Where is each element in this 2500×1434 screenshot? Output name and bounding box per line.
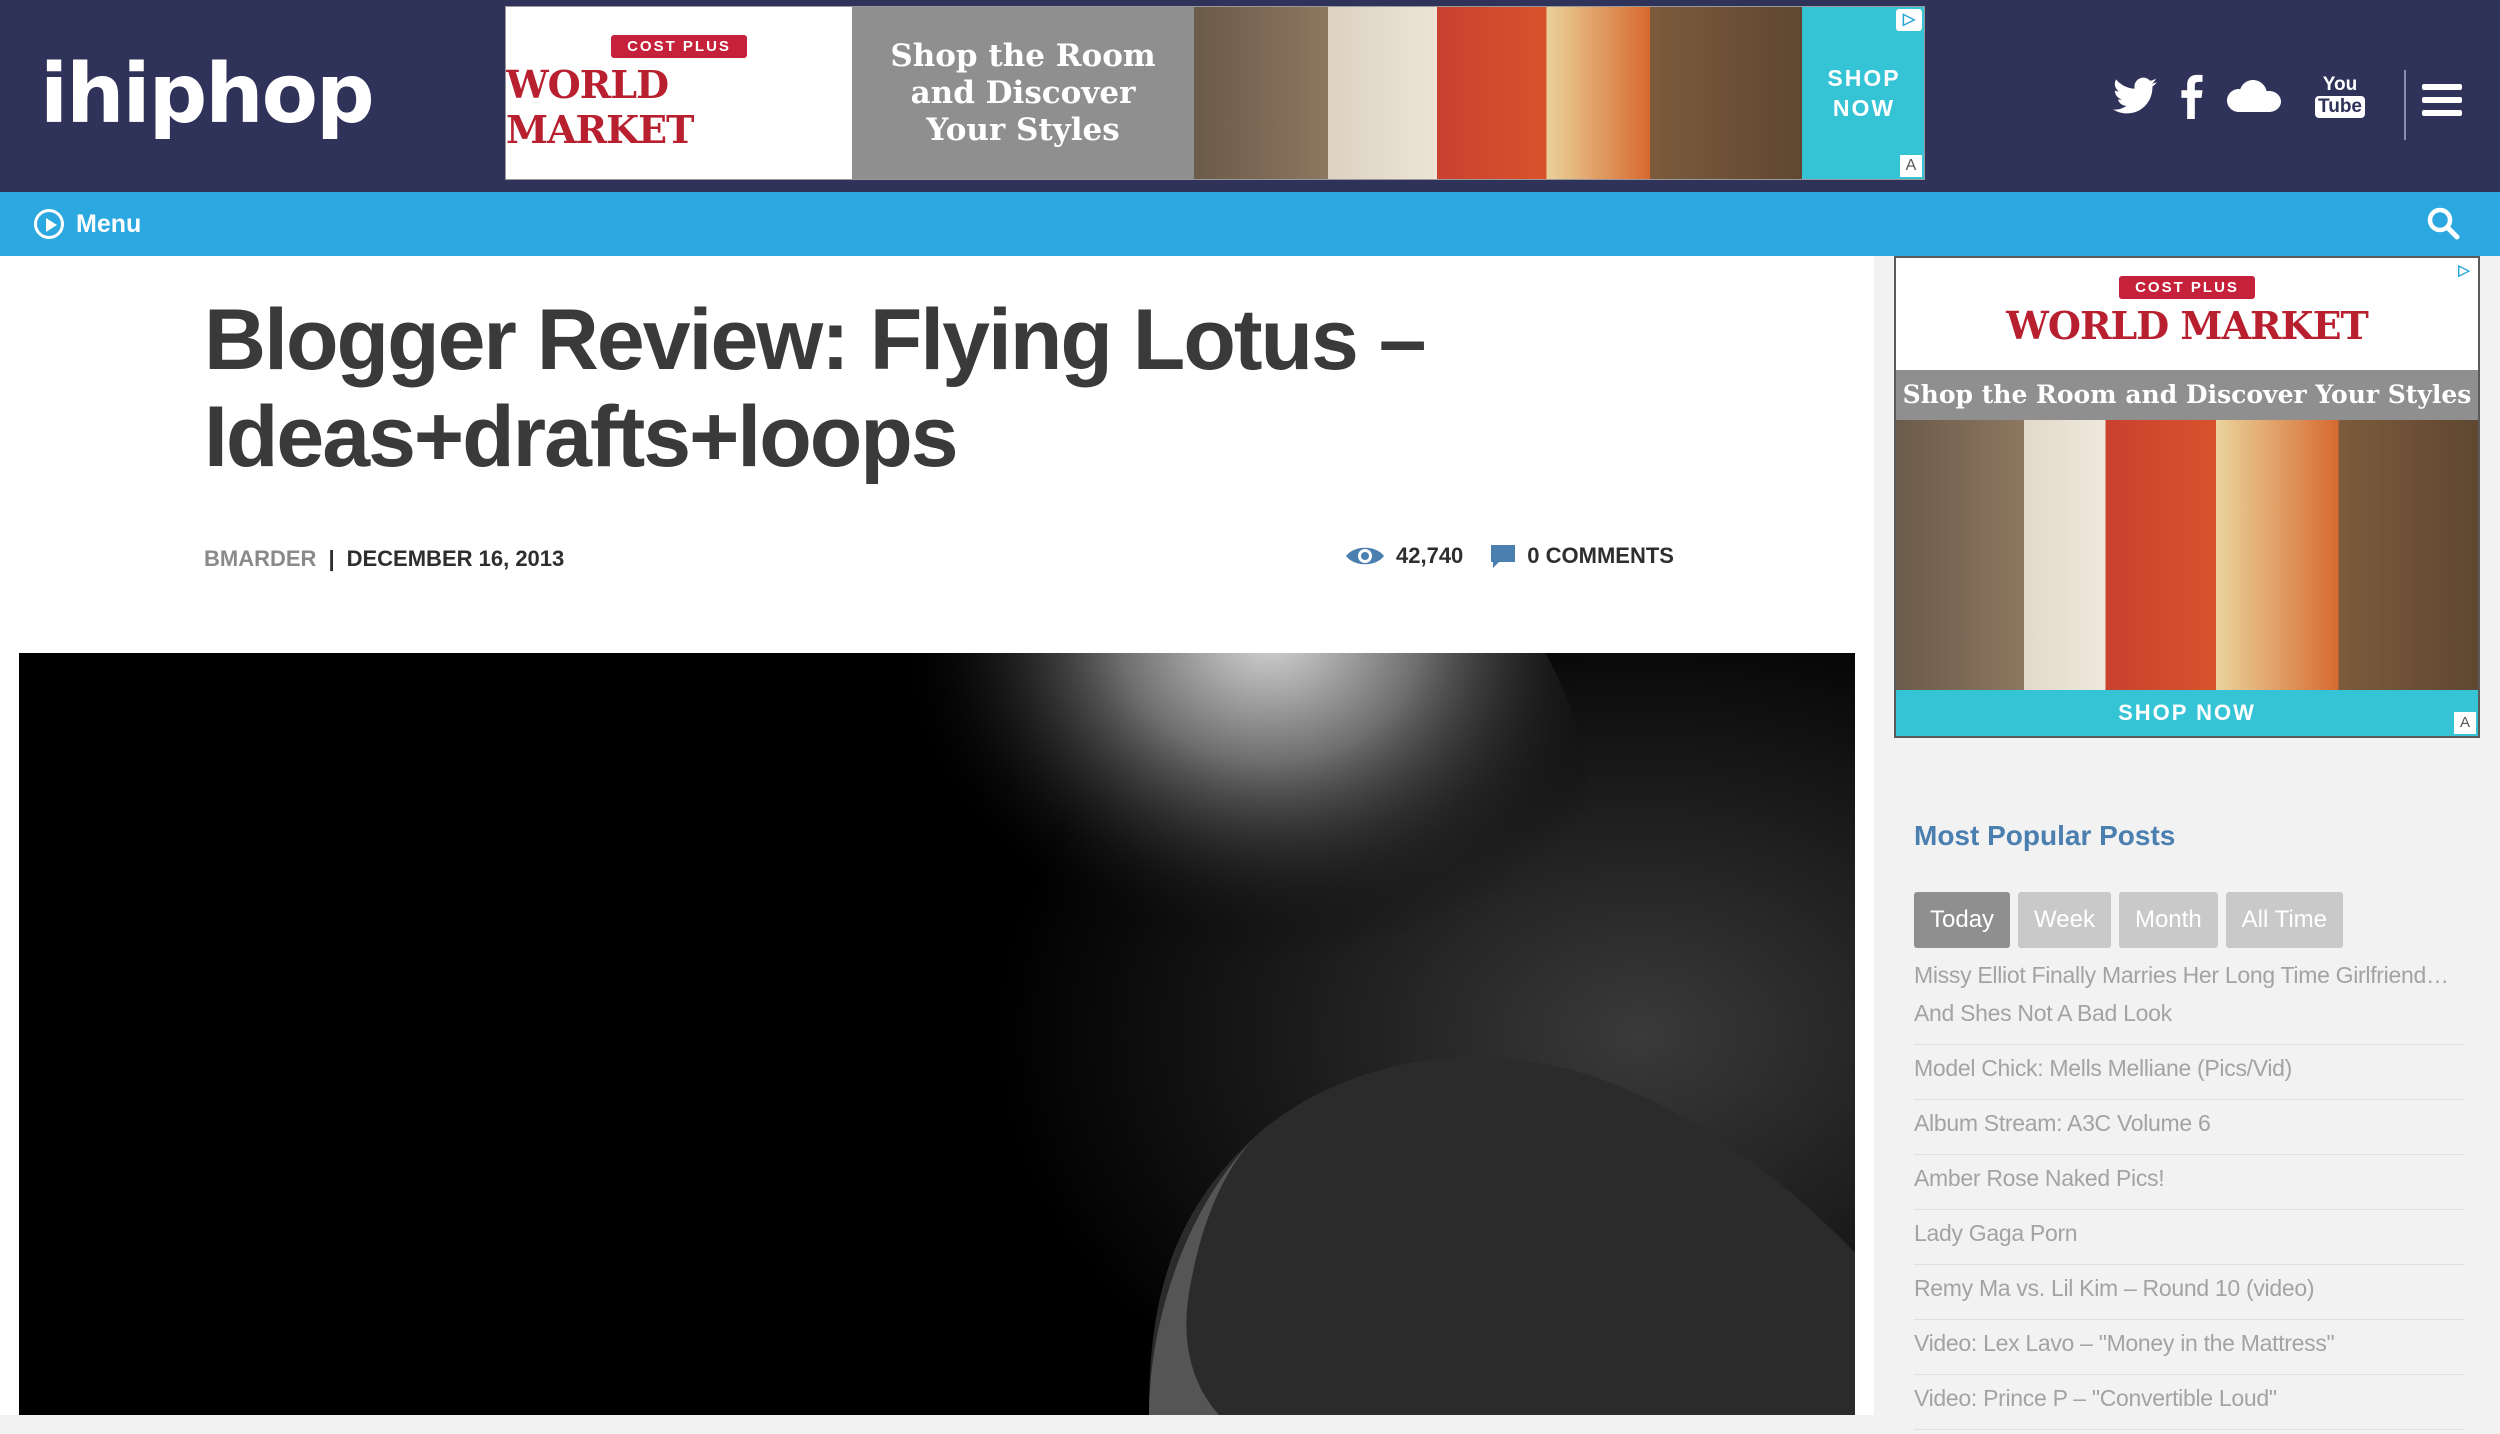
comment-icon bbox=[1491, 545, 1516, 568]
article-meta: BMARDER | DECEMBER 16, 2013 bbox=[204, 546, 564, 572]
youtube-icon[interactable]: You Tube bbox=[2315, 66, 2365, 126]
popular-post-link[interactable]: Missy Elliot Finally Marries Her Long Ti… bbox=[1914, 956, 2464, 1045]
ad-headline-line: and Discover bbox=[910, 74, 1136, 111]
popular-post-link[interactable]: Album Stream: A3C Volume 6 bbox=[1914, 1104, 2464, 1155]
adchoices-icon[interactable]: ▷ bbox=[2452, 260, 2476, 282]
meta-separator: | bbox=[328, 546, 335, 571]
popular-post-link[interactable]: Model Chick: Mells Melliane (Pics/Vid) bbox=[1914, 1049, 2464, 1100]
popular-post-link[interactable]: Video: Prince P – "Convertible Loud" bbox=[1914, 1379, 2464, 1430]
search-icon[interactable] bbox=[2426, 206, 2462, 242]
ad-shop-now-button[interactable]: SHOP NOW bbox=[1802, 7, 1924, 179]
nav-bar: Menu bbox=[0, 192, 2500, 256]
article-date: DECEMBER 16, 2013 bbox=[346, 546, 565, 571]
site-header: ihiphop COST PLUS WORLD MARKET Shop the … bbox=[0, 0, 2500, 192]
hamburger-icon[interactable] bbox=[2422, 84, 2462, 120]
play-icon bbox=[34, 209, 64, 239]
ad-attribution-icon[interactable]: A bbox=[1900, 155, 1922, 177]
facebook-icon[interactable] bbox=[2176, 66, 2206, 126]
popular-post-link[interactable]: Remy Ma vs. Lil Kim – Round 10 (video) bbox=[1914, 1269, 2464, 1320]
header-divider bbox=[2404, 70, 2406, 140]
popular-posts-list: Missy Elliot Finally Marries Her Long Ti… bbox=[1914, 956, 2464, 1434]
comments-link[interactable]: 0 COMMENTS bbox=[1527, 543, 1674, 569]
ad-brand-ribbon: COST PLUS bbox=[611, 34, 747, 58]
ad-cta-line: NOW bbox=[1832, 95, 1896, 121]
top-banner-ad[interactable]: COST PLUS WORLD MARKET Shop the Room and… bbox=[505, 6, 1925, 180]
ad-headline-line: Your Styles bbox=[926, 111, 1120, 148]
article-title: Blogger Review: Flying Lotus – Ideas+dra… bbox=[204, 292, 1427, 485]
tab-week[interactable]: Week bbox=[2018, 892, 2111, 948]
ad-attribution-icon[interactable]: A bbox=[2454, 712, 2476, 734]
tab-all-time[interactable]: All Time bbox=[2225, 892, 2344, 948]
sidebar-ad[interactable]: COST PLUS WORLD MARKET Shop the Room and… bbox=[1894, 256, 2480, 738]
popular-tabs: Today Week Month All Time bbox=[1914, 892, 2351, 948]
social-links: You Tube bbox=[2110, 66, 2400, 126]
ad-headline-line: Shop the Room bbox=[890, 37, 1156, 74]
side-ad-shop-now-button[interactable]: SHOP NOW bbox=[1896, 690, 2478, 736]
popular-post-link[interactable]: Video: Lex Lavo – "Money in the Mattress… bbox=[1914, 1324, 2464, 1375]
popular-posts-heading: Most Popular Posts bbox=[1914, 820, 2176, 851]
ad-headline-block: Shop the Room and Discover Your Styles bbox=[852, 7, 1194, 179]
view-count: 42,740 bbox=[1396, 543, 1464, 568]
article-author-link[interactable]: BMARDER bbox=[204, 546, 316, 571]
side-ad-bedroom-image bbox=[1896, 420, 2478, 690]
ad-brand-name: WORLD MARKET bbox=[506, 61, 694, 152]
ad-cta-line: SHOP bbox=[1827, 65, 1901, 91]
side-ad-brand-name: WORLD MARKET bbox=[2006, 303, 2369, 348]
menu-label: Menu bbox=[76, 209, 142, 238]
side-ad-brand-block: COST PLUS WORLD MARKET bbox=[1896, 276, 2478, 348]
popular-post-link[interactable]: Amber Rose Naked Pics! bbox=[1914, 1159, 2464, 1210]
side-ad-ribbon: COST PLUS bbox=[2119, 276, 2255, 299]
article-hero-image bbox=[19, 653, 1855, 1415]
ad-bedroom-image bbox=[1194, 7, 1802, 179]
menu-button[interactable]: Menu bbox=[34, 206, 141, 242]
twitter-icon[interactable] bbox=[2110, 66, 2160, 126]
tab-month[interactable]: Month bbox=[2118, 892, 2218, 948]
popular-post-link[interactable]: Lady Gaga Porn bbox=[1914, 1214, 2464, 1265]
side-ad-headline: Shop the Room and Discover Your Styles bbox=[1896, 370, 2478, 420]
eye-icon bbox=[1346, 547, 1384, 565]
ad-headline: Shop the Room and Discover Your Styles bbox=[890, 38, 1155, 149]
tab-today[interactable]: Today bbox=[1914, 892, 2011, 948]
adchoices-icon[interactable]: ▷ bbox=[1896, 9, 1922, 31]
article-stats: 42,740 0 COMMENTS bbox=[1344, 538, 1674, 574]
site-logo[interactable]: ihiphop bbox=[40, 50, 375, 140]
ad-brand-block: COST PLUS WORLD MARKET bbox=[506, 7, 852, 179]
soundcloud-icon[interactable] bbox=[2226, 66, 2282, 126]
